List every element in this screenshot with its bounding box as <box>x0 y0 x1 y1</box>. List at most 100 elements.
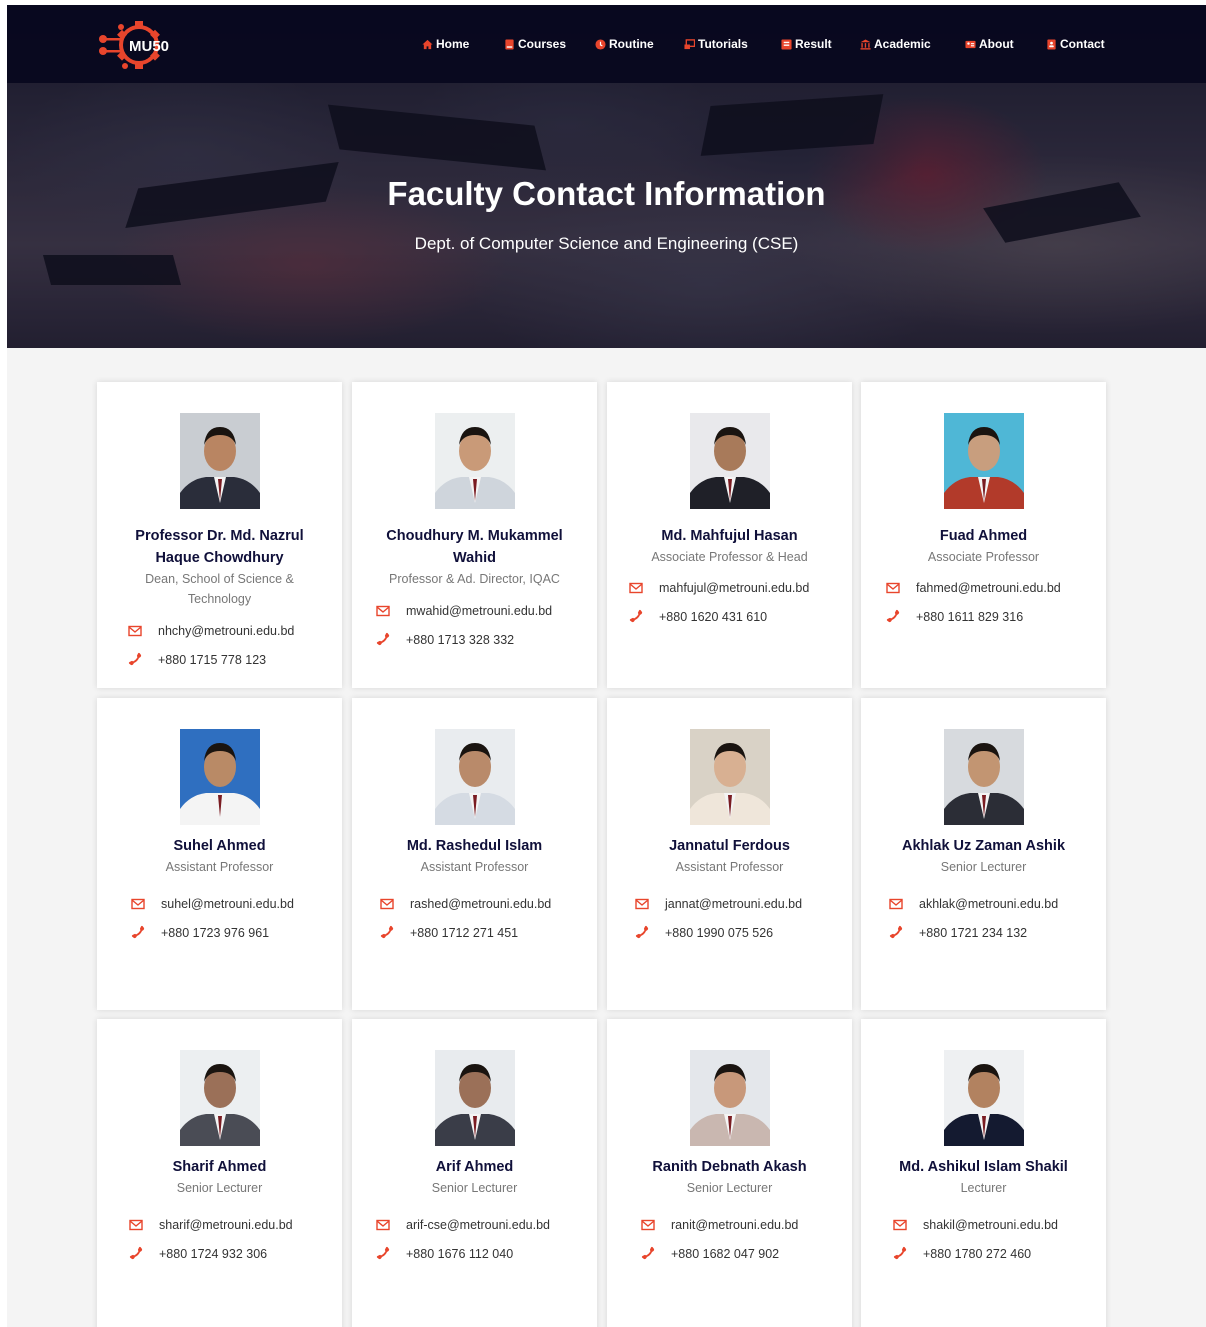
faculty-name: Sharif Ahmed <box>172 1159 267 1175</box>
nav-item-result[interactable]: Result <box>781 5 832 83</box>
phone-row[interactable]: +880 1712 271 451 <box>352 923 597 943</box>
phone-icon <box>380 925 394 939</box>
email-link[interactable]: rashed@metrouni.edu.bd <box>410 897 551 911</box>
phone-link[interactable]: +880 1990 075 526 <box>665 926 773 940</box>
faculty-role: Assistant Professor <box>675 860 784 874</box>
email-link[interactable]: jannat@metrouni.edu.bd <box>665 897 802 911</box>
envelope-icon <box>376 605 390 617</box>
faculty-role: Lecturer <box>960 1181 1007 1195</box>
email-link[interactable]: arif-cse@metrouni.edu.bd <box>406 1218 550 1232</box>
faculty-name: Suhel Ahmed <box>173 838 266 854</box>
email-row[interactable]: arif-cse@metrouni.edu.bd <box>352 1215 597 1235</box>
phone-link[interactable]: +880 1682 047 902 <box>671 1247 779 1261</box>
phone-link[interactable]: +880 1611 829 316 <box>916 610 1023 624</box>
faculty-card: Akhlak Uz Zaman Ashik Senior Lecturer akh… <box>861 698 1106 1010</box>
envelope-icon <box>886 582 900 594</box>
phone-row[interactable]: +880 1713 328 332 <box>352 630 597 650</box>
email-link[interactable]: mwahid@metrouni.edu.bd <box>406 604 552 618</box>
faculty-card: Arif Ahmed Senior Lecturer arif-cse@metro… <box>352 1019 597 1327</box>
phone-row[interactable]: +880 1724 932 306 <box>97 1244 342 1264</box>
phone-row[interactable]: +880 1620 431 610 <box>607 607 852 627</box>
faculty-role: Senior Lecturer <box>686 1181 773 1195</box>
email-row[interactable]: shakil@metrouni.edu.bd <box>861 1215 1106 1235</box>
email-link[interactable]: fahmed@metrouni.edu.bd <box>916 581 1061 595</box>
phone-icon <box>129 1246 143 1260</box>
nav-label: Routine <box>609 37 654 51</box>
faculty-photo <box>435 729 515 825</box>
phone-link[interactable]: +880 1721 234 132 <box>919 926 1027 940</box>
nav-label: Result <box>795 37 832 51</box>
contact-book-icon <box>1047 38 1056 50</box>
nav-item-academic[interactable]: Academic <box>860 5 931 83</box>
faculty-card: Md. Ashikul Islam Shakil Lecturer shakil@… <box>861 1019 1106 1327</box>
nav-item-home[interactable]: Home <box>422 5 469 83</box>
envelope-icon <box>635 898 649 910</box>
email-row[interactable]: nhchy@metrouni.edu.bd <box>97 621 342 641</box>
result-icon <box>781 38 792 50</box>
nav-label: Contact <box>1060 37 1105 51</box>
phone-icon <box>629 609 643 623</box>
clock-icon <box>595 38 606 50</box>
phone-link[interactable]: +880 1715 778 123 <box>158 653 266 667</box>
email-row[interactable]: suhel@metrouni.edu.bd <box>97 894 342 914</box>
email-row[interactable]: ranit@metrouni.edu.bd <box>607 1215 852 1235</box>
book-icon <box>505 38 514 50</box>
email-link[interactable]: akhlak@metrouni.edu.bd <box>919 897 1058 911</box>
faculty-photo <box>690 1050 770 1146</box>
phone-row[interactable]: +880 1990 075 526 <box>607 923 852 943</box>
email-link[interactable]: shakil@metrouni.edu.bd <box>923 1218 1058 1232</box>
email-row[interactable]: sharif@metrouni.edu.bd <box>97 1215 342 1235</box>
phone-link[interactable]: +880 1676 112 040 <box>406 1247 513 1261</box>
phone-row[interactable]: +880 1611 829 316 <box>861 607 1106 627</box>
nav-item-courses[interactable]: Courses <box>504 5 566 83</box>
phone-row[interactable]: +880 1780 272 460 <box>861 1244 1106 1264</box>
faculty-photo <box>944 729 1024 825</box>
phone-link[interactable]: +880 1724 932 306 <box>159 1247 267 1261</box>
phone-row[interactable]: +880 1676 112 040 <box>352 1244 597 1264</box>
nav-item-tutorials[interactable]: Tutorials <box>684 5 748 83</box>
email-link[interactable]: ranit@metrouni.edu.bd <box>671 1218 798 1232</box>
email-row[interactable]: fahmed@metrouni.edu.bd <box>861 578 1106 598</box>
nav-item-contact[interactable]: Contact <box>1046 5 1105 83</box>
email-row[interactable]: mahfujul@metrouni.edu.bd <box>607 578 852 598</box>
email-link[interactable]: sharif@metrouni.edu.bd <box>159 1218 293 1232</box>
faculty-card: Ranith Debnath Akash Senior Lecturer rani… <box>607 1019 852 1327</box>
faculty-name: Akhlak Uz Zaman Ashik <box>901 838 1066 854</box>
email-row[interactable]: rashed@metrouni.edu.bd <box>352 894 597 914</box>
faculty-photo <box>180 729 260 825</box>
email-row[interactable]: akhlak@metrouni.edu.bd <box>861 894 1106 914</box>
faculty-photo <box>944 413 1024 509</box>
faculty-name: Choudhury M. Mukammel Wahid <box>386 528 563 566</box>
phone-link[interactable]: +880 1713 328 332 <box>406 633 514 647</box>
faculty-role: Associate Professor <box>927 550 1040 564</box>
phone-icon <box>128 652 142 666</box>
faculty-card: Professor Dr. Md. Nazrul Haque Chowdhury… <box>97 382 342 688</box>
phone-row[interactable]: +880 1723 976 961 <box>97 923 342 943</box>
email-row[interactable]: jannat@metrouni.edu.bd <box>607 894 852 914</box>
nav-item-about[interactable]: About <box>965 5 1014 83</box>
email-link[interactable]: mahfujul@metrouni.edu.bd <box>659 581 809 595</box>
phone-row[interactable]: +880 1721 234 132 <box>861 923 1106 943</box>
phone-link[interactable]: +880 1620 431 610 <box>659 610 767 624</box>
faculty-role: Professor & Ad. Director, IQAC <box>389 572 560 586</box>
phone-link[interactable]: +880 1780 272 460 <box>923 1247 1031 1261</box>
phone-row[interactable]: +880 1715 778 123 <box>97 650 342 670</box>
faculty-role: Senior Lecturer <box>431 1181 518 1195</box>
email-link[interactable]: suhel@metrouni.edu.bd <box>161 897 294 911</box>
faculty-card: Fuad Ahmed Associate Professor fahmed@met… <box>861 382 1106 688</box>
faculty-photo <box>435 413 515 509</box>
id-card-icon <box>965 40 976 48</box>
email-row[interactable]: mwahid@metrouni.edu.bd <box>352 601 597 621</box>
phone-icon <box>889 925 903 939</box>
faculty-name: Md. Ashikul Islam Shakil <box>899 1159 1068 1175</box>
faculty-name: Fuad Ahmed <box>939 528 1028 544</box>
phone-link[interactable]: +880 1712 271 451 <box>410 926 518 940</box>
email-link[interactable]: nhchy@metrouni.edu.bd <box>158 624 294 638</box>
phone-link[interactable]: +880 1723 976 961 <box>161 926 269 940</box>
phone-row[interactable]: +880 1682 047 902 <box>607 1244 852 1264</box>
envelope-icon <box>131 898 145 910</box>
phone-icon <box>131 925 145 939</box>
phone-icon <box>376 632 390 646</box>
site-logo[interactable]: MU50 <box>95 19 195 71</box>
nav-item-routine[interactable]: Routine <box>595 5 654 83</box>
